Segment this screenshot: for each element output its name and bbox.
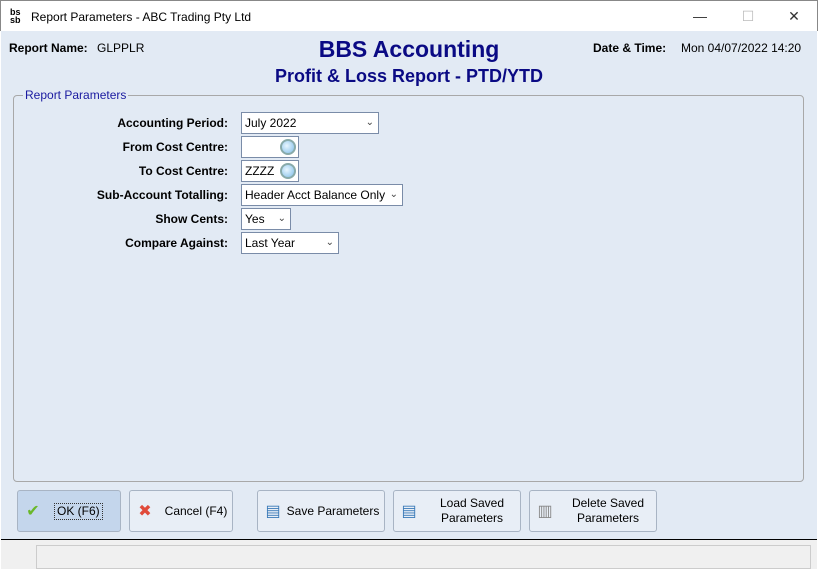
accounting-period-label: Accounting Period: xyxy=(117,116,228,130)
show-cents-label: Show Cents: xyxy=(155,212,228,226)
ok-label: OK (F6) xyxy=(54,502,103,520)
show-cents-value: Yes xyxy=(245,212,265,226)
save-label: Save Parameters xyxy=(286,503,380,518)
sub-account-totalling-dropdown[interactable]: Header Acct Balance Only ⌄ xyxy=(241,184,403,206)
cross-icon: ✖ xyxy=(138,503,152,520)
title-bar: bs sb Report Parameters - ABC Trading Pty… xyxy=(0,0,818,31)
cancel-label: Cancel (F4) xyxy=(164,503,228,518)
datetime-label: Date & Time: xyxy=(593,41,667,55)
from-cost-centre-input[interactable] xyxy=(241,136,299,158)
ok-button[interactable]: ✔ OK (F6) xyxy=(17,490,121,532)
load-label: Load Saved Parameters xyxy=(424,496,520,526)
minimize-button[interactable]: — xyxy=(678,5,722,27)
bbs-logo-icon: bs sb xyxy=(10,7,21,25)
delete-label-line1: Delete Saved xyxy=(571,496,645,510)
accounting-period-dropdown[interactable]: July 2022 ⌄ xyxy=(241,112,379,134)
datetime-value: Mon 04/07/2022 14:20 xyxy=(681,41,802,55)
status-panel xyxy=(36,545,811,569)
group-legend: Report Parameters xyxy=(23,88,129,102)
load-document-icon: ▤ xyxy=(401,503,417,520)
status-bar xyxy=(1,539,817,569)
compare-against-label: Compare Against: xyxy=(125,236,228,250)
delete-label: Delete Saved Parameters xyxy=(560,496,656,526)
to-cost-centre-label: To Cost Centre: xyxy=(138,164,228,178)
delete-label-line2: Parameters xyxy=(576,511,640,525)
load-label-line2: Parameters xyxy=(440,511,504,525)
search-icon[interactable] xyxy=(280,163,296,179)
search-icon[interactable] xyxy=(280,139,296,155)
delete-saved-parameters-button[interactable]: ▥ Delete Saved Parameters xyxy=(529,490,657,532)
window-title: Report Parameters - ABC Trading Pty Ltd xyxy=(31,10,252,24)
close-button[interactable]: ✕ xyxy=(772,5,816,27)
compare-against-value: Last Year xyxy=(245,236,296,250)
report-parameters-group: Report Parameters Accounting Period: Jul… xyxy=(13,88,804,482)
sub-account-totalling-label: Sub-Account Totalling: xyxy=(96,188,228,202)
cancel-button[interactable]: ✖ Cancel (F4) xyxy=(129,490,233,532)
load-saved-parameters-button[interactable]: ▤ Load Saved Parameters xyxy=(393,490,521,532)
accounting-period-value: July 2022 xyxy=(245,116,297,130)
from-cost-centre-label: From Cost Centre: xyxy=(122,140,228,154)
to-cost-centre-input[interactable]: ZZZZ xyxy=(241,160,299,182)
chevron-down-icon: ⌄ xyxy=(387,185,398,205)
save-document-icon: ▤ xyxy=(265,503,281,520)
save-parameters-button[interactable]: ▤ Save Parameters xyxy=(257,490,385,532)
report-title: Profit & Loss Report - PTD/YTD xyxy=(274,66,543,86)
show-cents-dropdown[interactable]: Yes ⌄ xyxy=(241,208,291,230)
chevron-down-icon: ⌄ xyxy=(365,117,374,128)
sub-account-totalling-value: Header Acct Balance Only xyxy=(245,188,386,202)
maximize-button[interactable]: ☐ xyxy=(726,5,770,27)
chevron-down-icon: ⌄ xyxy=(325,237,334,248)
trash-icon: ▥ xyxy=(537,503,553,520)
checkmark-icon: ✔ xyxy=(26,503,40,520)
dialog-body: Report Name: GLPPLR BBS Accounting Profi… xyxy=(1,31,817,539)
to-cost-centre-value: ZZZZ xyxy=(245,164,275,178)
chevron-down-icon: ⌄ xyxy=(277,213,286,224)
compare-against-dropdown[interactable]: Last Year ⌄ xyxy=(241,232,339,254)
load-label-line1: Load Saved xyxy=(439,496,505,510)
